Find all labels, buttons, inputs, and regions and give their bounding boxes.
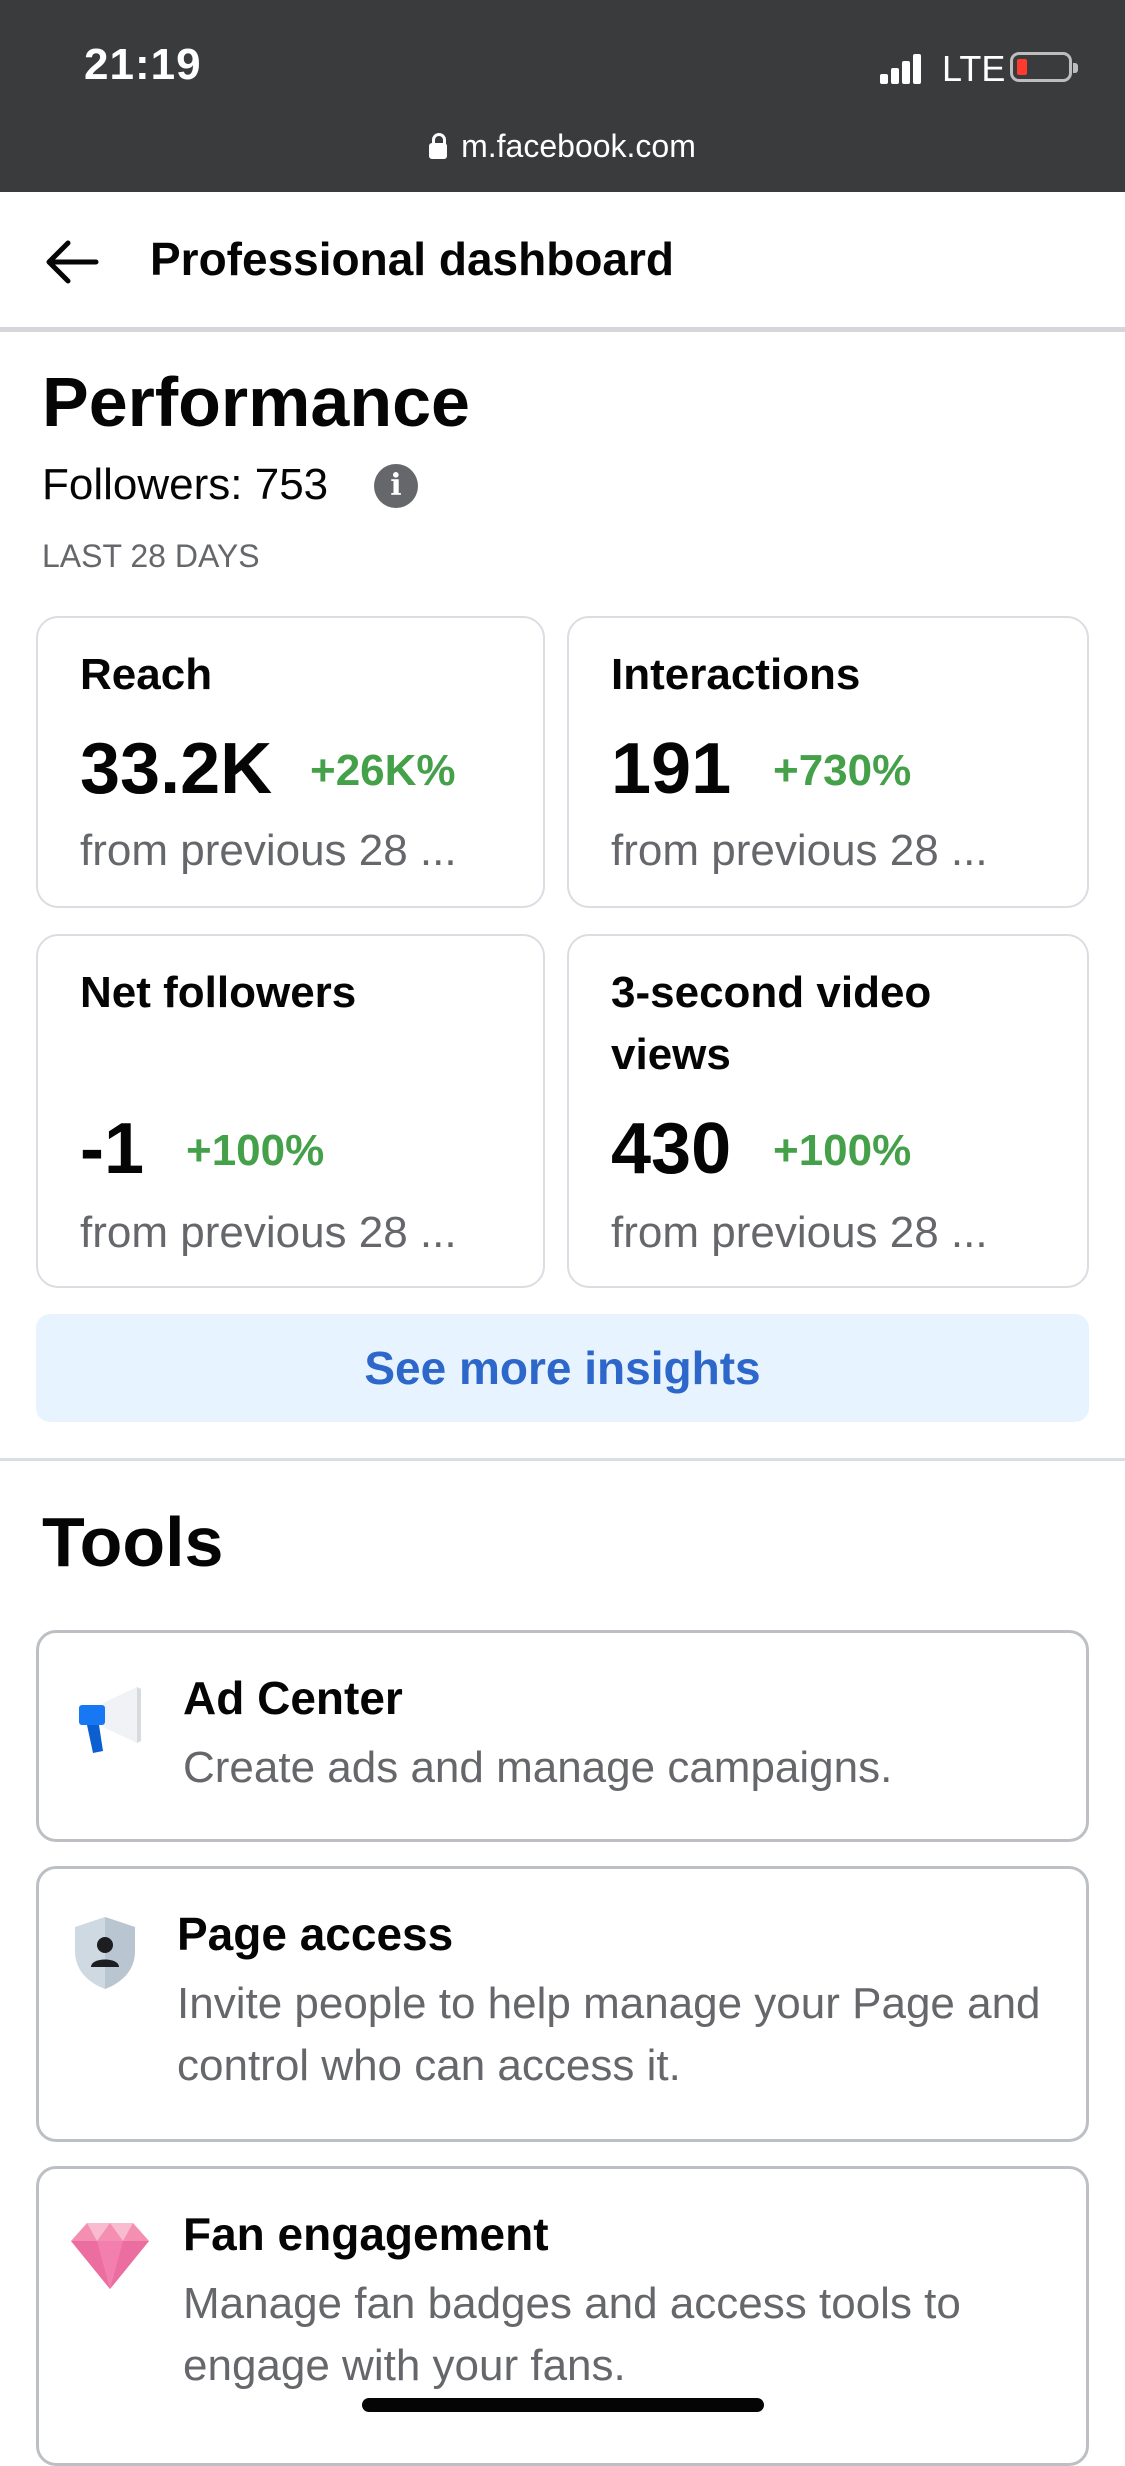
followers-count: Followers: 753 bbox=[42, 460, 329, 509]
metric-value: 33.2K bbox=[80, 729, 273, 809]
tool-name: Ad Center bbox=[183, 1672, 403, 1724]
see-more-insights-button[interactable]: See more insights bbox=[36, 1314, 1089, 1422]
metric-value: 191 bbox=[611, 729, 732, 809]
tool-ad-center[interactable]: Ad Center Create ads and manage campaign… bbox=[36, 1630, 1089, 1842]
metric-change: +100% bbox=[773, 1126, 912, 1175]
metric-value: 430 bbox=[611, 1109, 732, 1189]
network-label: LTE bbox=[942, 48, 1006, 89]
metric-card-interactions[interactable]: Interactions 191 +730% from previous 28 … bbox=[567, 616, 1089, 908]
performance-heading: Performance bbox=[42, 363, 470, 441]
metric-label: Reach bbox=[80, 650, 213, 699]
metric-card-reach[interactable]: Reach 33.2K +26K% from previous 28 ... bbox=[36, 616, 545, 908]
tool-name: Page access bbox=[177, 1908, 454, 1960]
tool-page-access[interactable]: Page access Invite people to help manage… bbox=[36, 1866, 1089, 2142]
metric-comparison: from previous 28 ... bbox=[80, 1208, 457, 1257]
shield-person-icon bbox=[75, 1917, 135, 1989]
metric-label: Net followers bbox=[80, 968, 357, 1017]
tool-description: Invite people to help manage your Page a… bbox=[177, 1979, 1041, 2090]
metric-comparison: from previous 28 ... bbox=[611, 1208, 988, 1257]
url-text: m.facebook.com bbox=[461, 128, 696, 164]
metric-change: +100% bbox=[186, 1126, 325, 1175]
page-header: Professional dashboard bbox=[0, 192, 1125, 332]
tool-description: Create ads and manage campaigns. bbox=[183, 1743, 893, 1792]
tool-description: Manage fan badges and access tools to en… bbox=[183, 2279, 961, 2390]
home-indicator[interactable] bbox=[362, 2398, 764, 2412]
metric-card-net-followers[interactable]: Net followers -1 +100% from previous 28 … bbox=[36, 934, 545, 1288]
metric-label: Interactions bbox=[611, 650, 861, 699]
tool-name: Fan engagement bbox=[183, 2208, 549, 2260]
metric-comparison: from previous 28 ... bbox=[80, 826, 457, 875]
metric-label: 3-second video views bbox=[611, 968, 932, 1079]
tools-heading: Tools bbox=[42, 1503, 224, 1581]
lock-icon bbox=[429, 133, 448, 159]
diamond-icon bbox=[71, 2223, 149, 2289]
section-divider bbox=[0, 1458, 1125, 1461]
signal-icon bbox=[880, 52, 922, 84]
status-bar: 21:19 LTE m.facebook.com bbox=[0, 0, 1125, 192]
metric-change: +730% bbox=[773, 746, 912, 795]
back-button[interactable] bbox=[40, 230, 104, 294]
period-label: LAST 28 DAYS bbox=[42, 538, 260, 574]
info-icon[interactable]: i bbox=[374, 464, 418, 508]
arrow-left-icon bbox=[46, 240, 99, 284]
page-title: Professional dashboard bbox=[150, 233, 675, 285]
tool-fan-engagement[interactable]: Fan engagement Manage fan badges and acc… bbox=[36, 2166, 1089, 2466]
metric-value: -1 bbox=[80, 1109, 145, 1189]
battery-icon bbox=[1010, 52, 1078, 82]
url-bar[interactable]: m.facebook.com bbox=[0, 128, 1125, 165]
status-time: 21:19 bbox=[84, 40, 202, 89]
metric-comparison: from previous 28 ... bbox=[611, 826, 988, 875]
metric-change: +26K% bbox=[310, 746, 456, 795]
metric-card-video-views[interactable]: 3-second video views 430 +100% from prev… bbox=[567, 934, 1089, 1288]
megaphone-icon bbox=[79, 1687, 141, 1753]
